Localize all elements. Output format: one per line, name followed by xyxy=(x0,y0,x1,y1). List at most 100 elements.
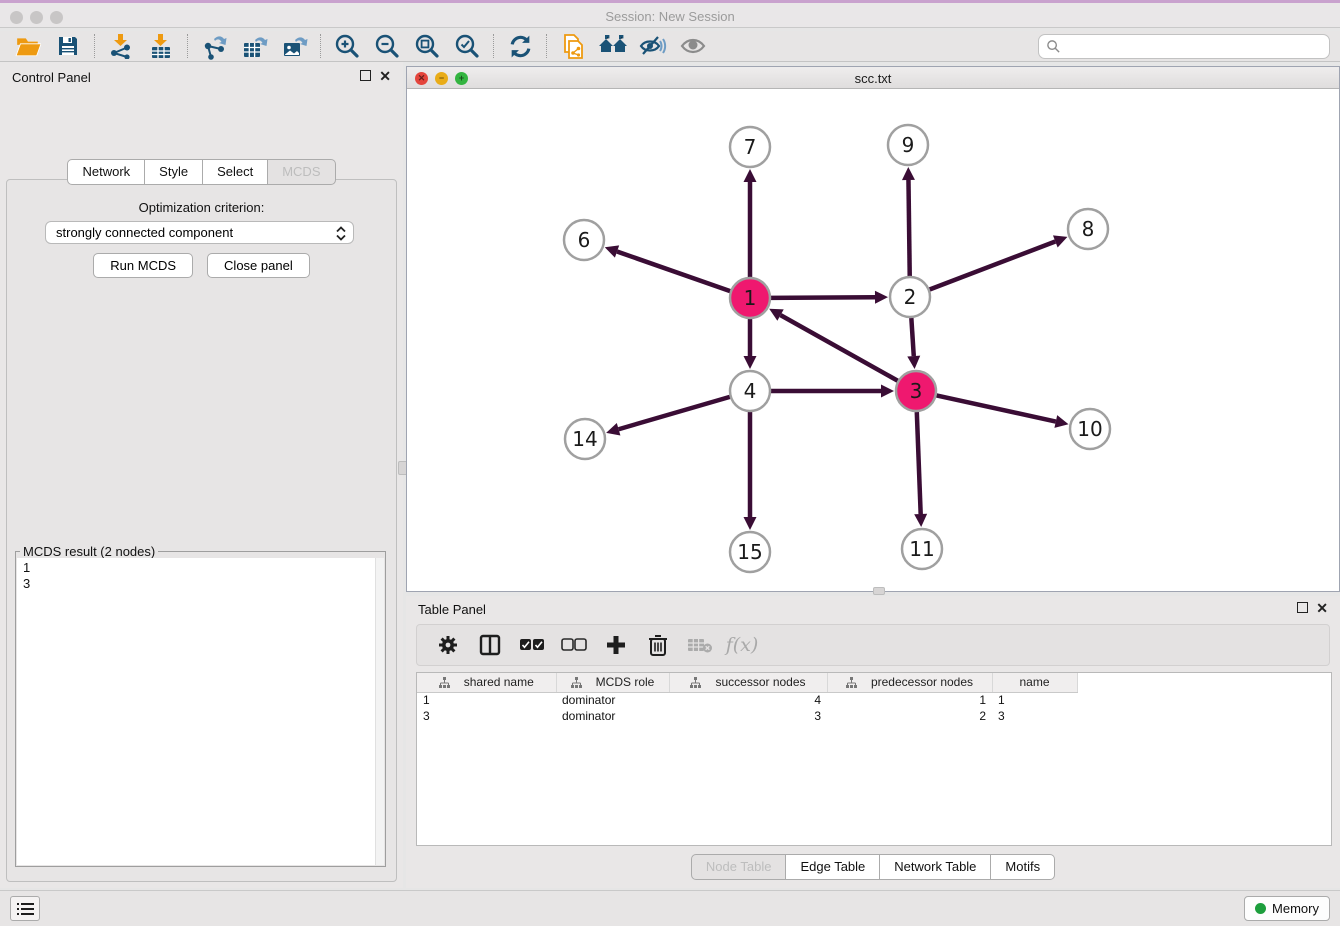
tab-style[interactable]: Style xyxy=(145,159,203,185)
search-field[interactable] xyxy=(1038,34,1330,59)
zoom-in-button[interactable] xyxy=(327,32,367,60)
export-table-button[interactable] xyxy=(234,32,274,60)
close-panel-button[interactable]: Close panel xyxy=(207,253,310,278)
toolbar-separator xyxy=(546,34,547,58)
mcds-result-title: MCDS result (2 nodes) xyxy=(20,544,158,559)
zoom-fit-button[interactable] xyxy=(407,32,447,60)
table-close-panel-icon[interactable]: ✕ xyxy=(1316,602,1328,614)
tab-edge-table[interactable]: Edge Table xyxy=(786,854,880,880)
graph-node-6[interactable]: 6 xyxy=(564,220,604,260)
close-panel-icon[interactable]: ✕ xyxy=(379,70,391,82)
select-all-button[interactable] xyxy=(513,629,551,661)
graph-edge-arrowhead xyxy=(875,291,888,304)
column-type-icon xyxy=(571,677,582,688)
save-session-button[interactable] xyxy=(48,32,88,60)
network-window-title: scc.txt xyxy=(407,71,1339,86)
graph-node-10[interactable]: 10 xyxy=(1070,409,1110,449)
graph-edge-2-8[interactable] xyxy=(930,241,1056,289)
import-network-button[interactable] xyxy=(101,32,141,60)
tab-mcds[interactable]: MCDS xyxy=(268,159,335,185)
graph-node-14[interactable]: 14 xyxy=(565,419,605,459)
show-all-button[interactable] xyxy=(673,32,713,60)
gear-icon xyxy=(437,634,459,656)
add-column-button[interactable] xyxy=(597,629,635,661)
mcds-result-item[interactable]: 3 xyxy=(23,576,384,592)
table-settings-button[interactable] xyxy=(429,629,467,661)
column-header-shared-name[interactable]: shared name xyxy=(417,673,556,692)
task-history-button[interactable] xyxy=(10,896,40,921)
delete-column-button[interactable] xyxy=(639,629,677,661)
first-neighbors-icon xyxy=(598,33,628,59)
zoom-selected-button[interactable] xyxy=(447,32,487,60)
graph-edge-2-9[interactable] xyxy=(908,180,909,276)
graph-edge-3-10[interactable] xyxy=(937,395,1056,421)
search-input[interactable] xyxy=(1061,40,1329,54)
table-toolbar: f(x) xyxy=(416,624,1330,666)
graph-edge-1-6[interactable] xyxy=(617,252,730,292)
table-row[interactable]: 3 dominator 3 2 3 xyxy=(417,708,1077,724)
table-row[interactable]: 1 dominator 4 1 1 xyxy=(417,692,1077,708)
export-image-button[interactable] xyxy=(274,32,314,60)
mcds-result-scrollbar[interactable] xyxy=(375,558,384,865)
tab-node-table[interactable]: Node Table xyxy=(691,854,787,880)
hide-selected-button[interactable] xyxy=(633,32,673,60)
criterion-value: strongly connected component xyxy=(56,225,233,240)
graph-edge-arrowhead xyxy=(744,169,757,182)
show-columns-button[interactable] xyxy=(471,629,509,661)
deselect-all-button[interactable] xyxy=(555,629,593,661)
graph-node-7[interactable]: 7 xyxy=(730,127,770,167)
tab-network[interactable]: Network xyxy=(67,159,145,185)
node-table-header-row: shared name MCDS role successor nodes pr… xyxy=(417,673,1077,692)
open-file-button[interactable] xyxy=(8,32,48,60)
mcds-result-list[interactable]: 1 3 xyxy=(17,558,384,865)
memory-button[interactable]: Memory xyxy=(1244,896,1330,921)
zoom-fit-icon xyxy=(414,33,440,59)
graph-node-8[interactable]: 8 xyxy=(1068,209,1108,249)
graph-edge-1-2[interactable] xyxy=(771,297,875,298)
column-header-mcds-role[interactable]: MCDS role xyxy=(556,673,669,692)
network-window-titlebar[interactable]: ✕ − + scc.txt xyxy=(407,67,1339,89)
table-tabs: Node Table Edge Table Network Table Moti… xyxy=(406,854,1340,880)
deselect-all-icon xyxy=(561,638,587,652)
graph-edge-2-3[interactable] xyxy=(911,318,913,356)
graph-node-4[interactable]: 4 xyxy=(730,371,770,411)
graph-node-1[interactable]: 1 xyxy=(730,278,770,318)
graph-edge-3-11[interactable] xyxy=(917,412,921,514)
zoom-out-button[interactable] xyxy=(367,32,407,60)
tab-motifs[interactable]: Motifs xyxy=(991,854,1055,880)
graph-node-11[interactable]: 11 xyxy=(902,529,942,569)
memory-status-icon xyxy=(1255,903,1266,914)
tab-select[interactable]: Select xyxy=(203,159,268,185)
dropdown-stepper-icon xyxy=(334,225,348,245)
mcds-result-item[interactable]: 1 xyxy=(23,560,384,576)
graph-edge-4-14[interactable] xyxy=(619,397,730,429)
import-network-icon xyxy=(108,33,134,59)
first-neighbors-button[interactable] xyxy=(593,32,633,60)
export-network-button[interactable] xyxy=(194,32,234,60)
run-mcds-button[interactable]: Run MCDS xyxy=(93,253,193,278)
float-panel-icon[interactable] xyxy=(360,70,371,81)
graph-edge-3-1[interactable] xyxy=(781,315,898,381)
graph-node-15[interactable]: 15 xyxy=(730,532,770,572)
column-header-successor-nodes[interactable]: successor nodes xyxy=(669,673,827,692)
select-all-icon xyxy=(519,638,545,652)
graph-node-9[interactable]: 9 xyxy=(888,125,928,165)
tab-network-table[interactable]: Network Table xyxy=(880,854,991,880)
graph-node-3[interactable]: 3 xyxy=(896,371,936,411)
network-canvas[interactable]: 7 9 6 8 1 2 4 3 14 10 15 11 xyxy=(407,89,1339,591)
graph-node-2[interactable]: 2 xyxy=(890,277,930,317)
table-float-panel-icon[interactable] xyxy=(1297,602,1308,613)
svg-text:11: 11 xyxy=(909,537,934,561)
svg-text:2: 2 xyxy=(904,285,917,309)
svg-text:14: 14 xyxy=(572,427,597,451)
column-header-name[interactable]: name xyxy=(992,673,1077,692)
node-table-container: shared name MCDS role successor nodes pr… xyxy=(416,672,1332,846)
column-header-predecessor-nodes[interactable]: predecessor nodes xyxy=(827,673,992,692)
import-table-button[interactable] xyxy=(141,32,181,60)
duplicate-network-button[interactable] xyxy=(553,32,593,60)
column-type-icon xyxy=(846,677,857,688)
criterion-dropdown[interactable]: strongly connected component xyxy=(45,221,354,244)
search-icon xyxy=(1046,39,1061,54)
refresh-button[interactable] xyxy=(500,32,540,60)
horizontal-splitter-handle[interactable] xyxy=(873,587,885,595)
